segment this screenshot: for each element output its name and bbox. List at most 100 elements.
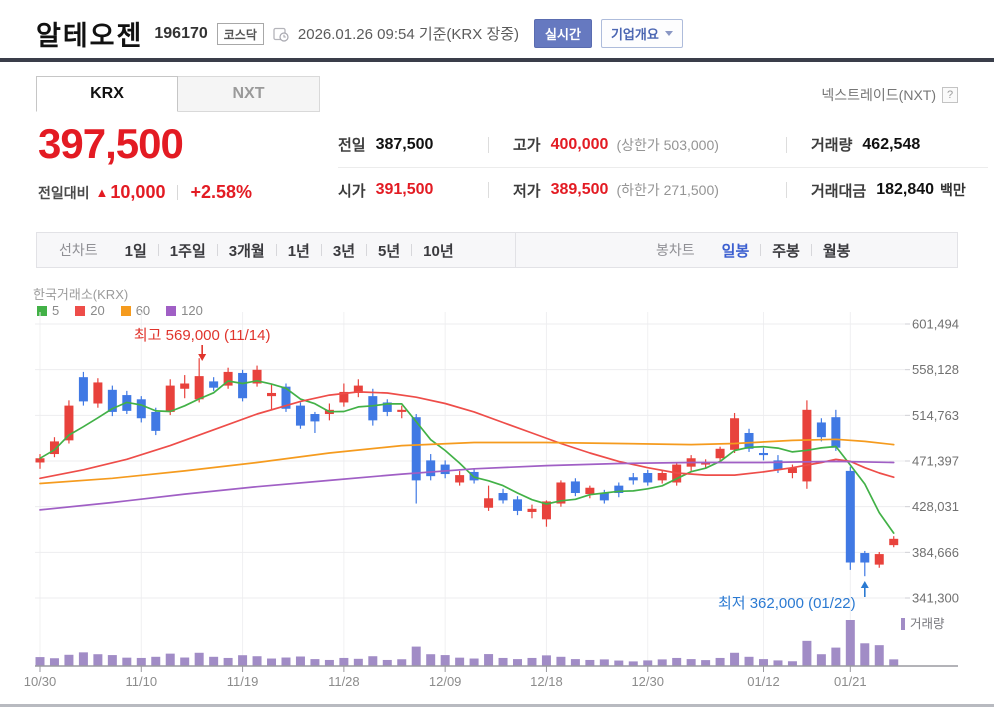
volume-bar [238, 655, 248, 666]
tab-krx[interactable]: KRX [36, 76, 178, 112]
high-value: 400,000 [550, 135, 609, 153]
svg-text:12/30: 12/30 [631, 674, 664, 689]
svg-text:384,666: 384,666 [912, 545, 959, 560]
candle-body [628, 477, 638, 481]
svg-text:11/28: 11/28 [328, 674, 360, 689]
open-label: 시가 [338, 182, 366, 200]
candle-body [238, 372, 248, 399]
volume-bar [267, 658, 277, 666]
candle-body [165, 385, 175, 412]
volume-bar [701, 660, 711, 666]
candle-body [657, 473, 667, 481]
period-3year[interactable]: 3년 [333, 240, 355, 261]
upper-limit-note: (상한가 503,000) [616, 136, 719, 153]
svg-text:01/21: 01/21 [834, 674, 867, 689]
tab-nxt[interactable]: NXT [178, 76, 320, 112]
volume-value: 462,548 [862, 135, 921, 153]
market-badge[interactable]: 코스닥 [216, 22, 264, 45]
volume-bar [324, 659, 334, 666]
y-axis-labels: 601,494 558,128 514,763 471,397 428,031 384,6… [912, 317, 959, 606]
prev-close-value: 387,500 [375, 135, 434, 153]
realtime-button[interactable]: 실시간 [534, 19, 592, 48]
low-value: 389,500 [550, 181, 609, 198]
volume-bar [513, 659, 523, 666]
volume-legend-label: 거래량 [910, 617, 945, 631]
stock-price-chart: 601,494 558,128 514,763 471,397 428,031 384,6… [24, 312, 959, 689]
company-overview-label: 기업개요 [610, 27, 659, 42]
candle-body [527, 508, 537, 512]
change-label: 전일대비 [38, 184, 90, 201]
svg-text:558,128: 558,128 [912, 362, 959, 377]
svg-text:601,494: 601,494 [912, 317, 959, 332]
trade-value-label: 거래대금 [811, 182, 867, 200]
volume-bar [585, 659, 595, 666]
candle-body [440, 464, 450, 475]
volume-bar [49, 658, 59, 666]
high-cell: 고가 400,000 (상한가 503,000) [488, 134, 786, 155]
period-5year[interactable]: 5년 [378, 240, 400, 261]
candle-body [209, 381, 219, 388]
candle-body [310, 414, 320, 422]
candle-body [180, 383, 190, 389]
volume-bar [599, 659, 609, 666]
volume-bar [78, 652, 88, 666]
current-price: 397,500 [38, 120, 184, 167]
candle-period-monthly[interactable]: 월봉 [823, 240, 851, 261]
candle-period-daily[interactable]: 일봉 [722, 240, 750, 261]
stock-title: 알테오젠 [36, 21, 144, 51]
x-axis: 10/30 11/10 11/19 11/28 12/09 12/18 12/30 01/12… [24, 665, 958, 689]
market-tabs: KRX NXT [36, 76, 320, 112]
period-10year[interactable]: 10년 [423, 240, 454, 261]
chart-toolbar: 선차트 1일 1주일 3개월 1년 3년 5년 10년 봉차트 일봉 주봉 월봉 [36, 232, 958, 268]
candle-chart-controls: 봉차트 일봉 주봉 월봉 [515, 233, 957, 267]
volume-bar [310, 659, 320, 666]
period-3month[interactable]: 3개월 [229, 240, 265, 261]
divider [760, 244, 762, 256]
high-annotation: 최고 569,000 (11/14) [134, 327, 271, 361]
candle-body [816, 422, 826, 438]
volume-cell: 거래량 462,548 [786, 134, 988, 155]
quote-timestamp: 2026.01.26 09:54 기준(KRX 장중) [297, 26, 520, 43]
candle-body [397, 409, 407, 412]
volume-bar [657, 659, 667, 666]
company-overview-button[interactable]: 기업개요 [600, 19, 683, 48]
candle-body [151, 411, 161, 431]
high-annotation-text: 최고 569,000 (11/14) [134, 327, 271, 344]
line-chart-controls: 선차트 1일 1주일 3개월 1년 3년 5년 10년 [37, 233, 515, 267]
period-1day[interactable]: 1일 [125, 240, 147, 261]
volume-bar [802, 640, 812, 666]
candle-period-weekly[interactable]: 주봉 [772, 240, 800, 261]
candle-body [498, 493, 508, 501]
period-1year[interactable]: 1년 [288, 240, 310, 261]
price-change-row: 전일대비 ▲ 10,000 +2.58% [38, 182, 252, 203]
volume-bar [35, 657, 45, 666]
divider [366, 244, 368, 256]
volume-bar [194, 652, 204, 666]
lower-limit-note: (하한가 271,500) [616, 182, 719, 198]
volume-bar [455, 657, 465, 666]
bottom-border [0, 704, 994, 707]
nxt-trade-link[interactable]: 넥스트레이드(NXT) ? [821, 85, 958, 105]
volume-bar [426, 654, 436, 666]
clock-icon [273, 26, 289, 42]
help-icon[interactable]: ? [942, 87, 958, 103]
volume-bar [730, 652, 740, 666]
candle-body [715, 448, 725, 459]
candle-body [874, 554, 884, 565]
volume-bar [643, 660, 653, 666]
candle-body [730, 418, 740, 450]
volume-bar [614, 660, 624, 666]
change-value: 10,000 [110, 182, 166, 202]
volume-bar [107, 655, 117, 666]
candles-layer [35, 358, 899, 577]
volume-bar [556, 656, 566, 666]
candle-body [484, 498, 494, 508]
volume-bar [440, 655, 450, 666]
volume-bar [845, 620, 855, 666]
divider [810, 244, 812, 256]
volume-bar [295, 656, 305, 666]
volume-bar [339, 657, 349, 666]
volume-legend-icon [901, 618, 905, 630]
volume-bar [484, 654, 494, 666]
period-1week[interactable]: 1주일 [170, 240, 206, 261]
